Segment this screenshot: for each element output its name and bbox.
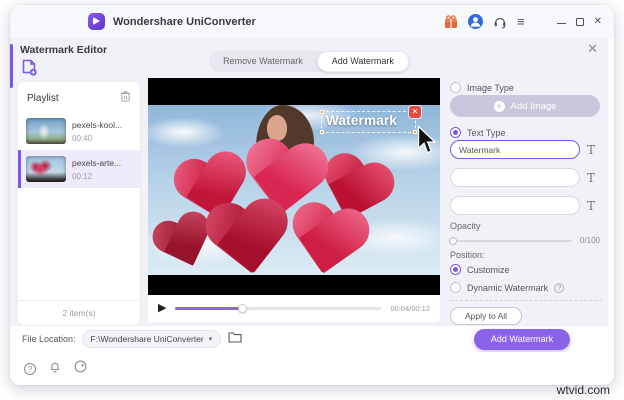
tab-add-watermark[interactable]: Add Watermark (316, 51, 409, 72)
file-location-dropdown[interactable]: F:\Wondershare UniConverter ▾ (81, 330, 222, 348)
player-controls: ▶ 00:04/00:12 (148, 295, 440, 322)
divider (450, 300, 602, 301)
playlist-item-selected[interactable]: pexels-arte... 00:12 (18, 150, 140, 188)
playlist-header: Playlist (18, 82, 140, 112)
dynamic-watermark-label: Dynamic Watermark (467, 282, 549, 293)
gift-icon[interactable] (444, 14, 458, 29)
playlist-panel: Playlist pexels-kool... 00:40 pexels-art… (18, 82, 140, 325)
editor-close-icon[interactable]: ✕ (587, 41, 598, 57)
watermark-tabs: Remove Watermark Add Watermark (209, 51, 409, 72)
time-display: 00:04/00:12 (390, 304, 430, 313)
playlist-item-meta: pexels-kool... 00:40 (72, 120, 122, 143)
playlist-item-meta: pexels-arte... 00:12 (72, 158, 121, 181)
watermark-text-row: T (450, 140, 595, 159)
playlist-item-name: pexels-kool... (72, 119, 123, 130)
position-label: Position: (450, 250, 485, 260)
playlist-item-duration: 00:40 (72, 133, 93, 143)
add-watermark-button[interactable]: Add Watermark (474, 328, 570, 350)
radio-text-type[interactable] (450, 127, 461, 138)
font-settings-icon[interactable]: T (587, 200, 595, 212)
window-footer: ? (10, 352, 614, 385)
watermark-overlay-text[interactable]: Watermark (326, 113, 397, 128)
add-image-button[interactable]: + Add Image (450, 95, 600, 117)
accent-bar (10, 44, 13, 88)
app-title: Wondershare UniConverter (113, 15, 256, 28)
app-window: Wondershare UniConverter ≡ ✕ Watermark E… (10, 5, 614, 385)
play-button[interactable]: ▶ (158, 303, 166, 314)
playlist-item-count: 2 item(s) (18, 300, 140, 325)
hamburger-menu-icon[interactable]: ≡ (517, 15, 525, 28)
account-avatar-icon[interactable] (468, 14, 484, 29)
tab-remove-watermark[interactable]: Remove Watermark (209, 51, 317, 72)
customize-option[interactable]: Customize (450, 264, 510, 275)
chevron-down-icon: ▾ (208, 336, 213, 343)
watermark-text-input-2[interactable] (450, 168, 580, 187)
video-thumbnail (26, 156, 66, 182)
opacity-slider[interactable] (449, 236, 572, 245)
text-type-label: Text Type (467, 127, 506, 138)
minimize-icon[interactable] (556, 23, 566, 24)
playlist-item-duration: 00:12 (72, 171, 93, 181)
file-location-value: F:\Wondershare UniConverter (90, 334, 204, 344)
watermark-overlay-box[interactable]: Watermark ✕ (320, 106, 437, 154)
progress-bar[interactable] (175, 304, 382, 313)
watermark-text-row: T (450, 168, 595, 187)
video-subject-face (267, 115, 287, 141)
font-settings-icon[interactable]: T (587, 144, 595, 156)
titlebar: Wondershare UniConverter ≡ ✕ (10, 5, 614, 38)
watermark-text-input-3[interactable] (450, 196, 580, 215)
file-location-label: File Location: (22, 334, 76, 344)
opacity-value: 0/100 (579, 236, 600, 245)
font-settings-icon[interactable]: T (587, 172, 595, 184)
video-preview: Watermark ✕ (148, 78, 440, 295)
resize-handle[interactable] (320, 110, 324, 114)
heart-balloon (280, 200, 374, 275)
trash-icon[interactable] (120, 89, 131, 107)
open-folder-icon[interactable] (228, 330, 242, 348)
image-type-option[interactable]: Image Type (450, 82, 514, 93)
opacity-slider-row: 0/100 (449, 236, 600, 245)
plus-icon: + (493, 100, 505, 112)
feedback-icon[interactable] (74, 360, 87, 378)
site-watermark: wtvid.com (556, 383, 610, 397)
watermark-text-row: T (450, 196, 595, 215)
maximize-icon[interactable] (575, 17, 584, 26)
watermark-editor-panel: Watermark Editor ✕ Remove Watermark Add … (10, 38, 608, 352)
playlist-item[interactable]: pexels-kool... 00:40 (18, 112, 140, 150)
titlebar-icons: ≡ ✕ (444, 14, 602, 29)
radio-image-type[interactable] (450, 82, 461, 93)
settings-panel: Image Type + Add Image Text Type T T (449, 78, 602, 328)
resize-handle[interactable] (320, 130, 324, 134)
customize-label: Customize (467, 264, 510, 275)
mouse-cursor-icon (416, 124, 437, 159)
radio-customize[interactable] (450, 264, 461, 275)
image-type-label: Image Type (467, 82, 514, 93)
apply-to-all-button[interactable]: Apply to All (450, 307, 522, 325)
app-logo-icon (88, 13, 105, 30)
page: Wondershare UniConverter ≡ ✕ Watermark E… (0, 0, 624, 400)
playlist-item-name: pexels-arte... (72, 157, 122, 168)
progress-handle[interactable] (238, 304, 248, 313)
help-icon[interactable]: ? (24, 362, 36, 375)
opacity-label: Opacity (450, 221, 481, 231)
opacity-slider-handle[interactable] (449, 236, 457, 245)
add-image-label: Add Image (510, 100, 557, 112)
editor-title: Watermark Editor (20, 44, 108, 56)
help-icon[interactable]: ? (554, 282, 565, 293)
radio-dynamic-watermark[interactable] (450, 282, 461, 293)
delete-watermark-icon[interactable]: ✕ (409, 106, 421, 118)
notifications-bell-icon[interactable] (49, 360, 61, 378)
text-type-option[interactable]: Text Type (450, 127, 505, 138)
playlist-title: Playlist (27, 92, 59, 104)
video-thumbnail (26, 118, 66, 144)
progress-fill (175, 304, 248, 313)
add-file-icon[interactable] (20, 58, 38, 76)
window-close-icon[interactable]: ✕ (594, 16, 602, 27)
watermark-text-input-1[interactable] (450, 140, 580, 159)
editor-footer: File Location: F:\Wondershare UniConvert… (10, 325, 608, 352)
support-headset-icon[interactable] (493, 15, 507, 29)
dynamic-watermark-option[interactable]: Dynamic Watermark ? (450, 282, 565, 293)
